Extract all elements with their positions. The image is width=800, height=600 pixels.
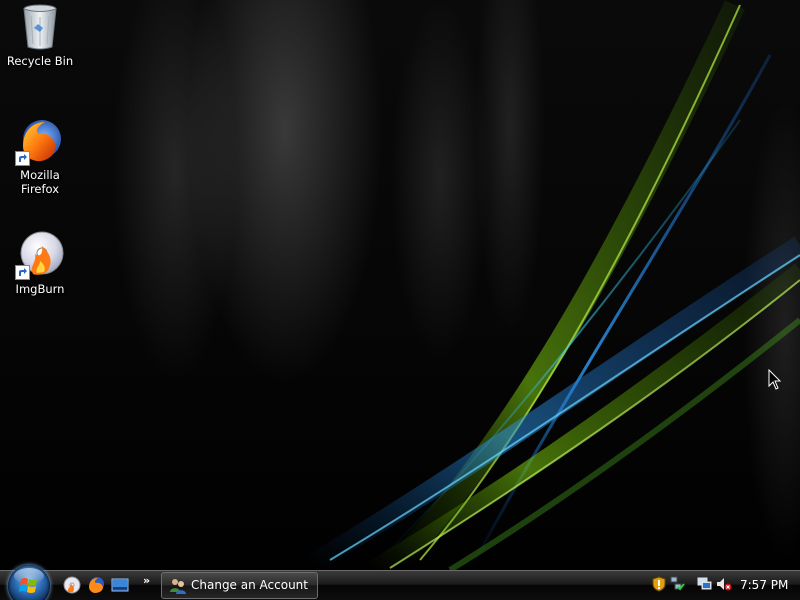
recycle-bin-icon (15, 2, 65, 52)
quick-launch-overflow-button[interactable]: » (143, 574, 150, 587)
user-accounts-icon (170, 579, 186, 594)
shortcut-arrow-icon (15, 265, 30, 280)
taskbar-button-change-an-account[interactable]: Change an Account (161, 572, 318, 599)
volume-muted-icon[interactable] (716, 576, 732, 592)
windows-security-shield-icon[interactable] (651, 576, 667, 592)
quick-launch-imgburn[interactable] (63, 576, 81, 594)
firefox-icon (15, 116, 65, 166)
wallpaper (304, 0, 800, 577)
taskbar: » Change an Account 7:57 PM (0, 565, 800, 600)
show-desktop-icon[interactable] (111, 576, 129, 594)
desktop: Recycle Bin Mozilla Firefox ImgBurn » Ch… (0, 0, 800, 600)
system-clock[interactable]: 7:57 PM (740, 578, 788, 592)
mouse-cursor-icon (768, 369, 782, 390)
shortcut-arrow-icon (15, 151, 30, 166)
firefox-label: Mozilla Firefox (20, 168, 60, 196)
imgburn-label: ImgBurn (15, 282, 65, 296)
desktop-icon-imgburn[interactable]: ImgBurn (0, 230, 80, 296)
start-button[interactable] (8, 565, 50, 600)
recycle-bin-label: Recycle Bin (6, 54, 74, 68)
taskbar-button-label: Change an Account (191, 578, 308, 592)
desktop-icon-firefox[interactable]: Mozilla Firefox (0, 116, 80, 196)
display-icon[interactable] (697, 576, 713, 592)
windows-start-orb-icon (19, 578, 37, 593)
network-icon[interactable] (669, 576, 685, 592)
imgburn-icon (15, 230, 65, 280)
quick-launch-firefox[interactable] (87, 576, 105, 594)
desktop-icon-recycle-bin[interactable]: Recycle Bin (0, 2, 80, 68)
